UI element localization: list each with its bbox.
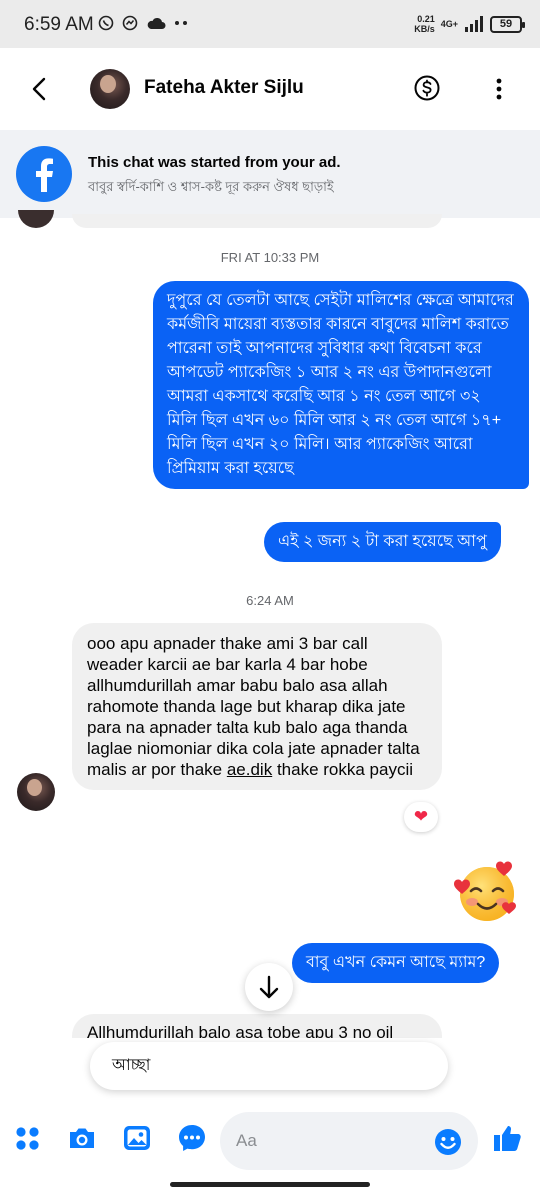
message-link[interactable]: ae.dik	[227, 760, 272, 779]
contact-name[interactable]: Fateha Akter Sijlu	[144, 77, 304, 99]
status-bar: 6:59 AM 0.21 KB/s 4G+ 59	[0, 0, 540, 48]
ad-banner-title: This chat was started from your ad.	[88, 154, 341, 171]
arrow-down-icon	[259, 975, 279, 999]
like-icon[interactable]	[491, 1122, 523, 1154]
message-composer	[0, 1104, 540, 1174]
ad-banner-subtitle: বাবুর স্বর্দি-কাশি ও শ্বাস-কষ্ট দূর করুন…	[88, 179, 334, 194]
more-notifications-icon	[175, 21, 187, 25]
net-speed: 0.21 KB/s	[414, 14, 435, 34]
previous-message-partial	[72, 214, 442, 228]
contact-avatar[interactable]	[90, 69, 130, 109]
message-input[interactable]	[236, 1112, 426, 1170]
status-notification-icons	[98, 15, 190, 31]
signal-icon	[465, 16, 483, 32]
apps-icon[interactable]	[12, 1122, 44, 1154]
chat-timestamp: 6:24 AM	[246, 593, 294, 608]
incoming-message-partial[interactable]: Allhumdurillah balo asa tobe apu 3 no oi…	[72, 1014, 442, 1038]
chat-timestamp: FRI AT 10:33 PM	[220, 250, 320, 265]
cloud-icon	[147, 17, 166, 29]
gallery-icon[interactable]	[121, 1122, 153, 1154]
message-input-container[interactable]	[220, 1112, 478, 1170]
system-nav-bar	[0, 1174, 540, 1200]
incoming-message-text: thake rokka paycii	[272, 760, 414, 779]
back-arrow-icon[interactable]	[26, 75, 54, 103]
status-time: 6:59 AM	[24, 14, 94, 35]
smiling-hearts-emoji[interactable]	[454, 860, 520, 924]
camera-icon[interactable]	[66, 1122, 98, 1154]
sender-avatar[interactable]	[17, 773, 55, 811]
incoming-message-text: ooo apu apnader thake ami 3 bar call wea…	[87, 634, 420, 779]
emoji-icon[interactable]	[434, 1128, 462, 1156]
reply-suggestion[interactable]: আচ্ছা	[90, 1042, 448, 1090]
previous-avatar-partial	[18, 210, 54, 228]
battery-indicator: 59	[490, 15, 525, 33]
home-indicator[interactable]	[170, 1182, 370, 1187]
scroll-down-button[interactable]	[245, 963, 293, 1011]
status-right-group: 0.21 KB/s 4G+ 59	[414, 14, 525, 34]
incoming-message[interactable]: ooo apu apnader thake ami 3 bar call wea…	[72, 623, 442, 790]
outgoing-message[interactable]: দুপুরে যে তেলটা আছে সেইটা মালিশের ক্ষেত্…	[153, 281, 529, 489]
dollar-icon[interactable]	[414, 75, 440, 101]
heart-icon[interactable]: ❤	[404, 802, 438, 832]
facebook-icon	[16, 146, 72, 202]
whatsapp-icon	[98, 15, 114, 31]
net-speed-unit: KB/s	[414, 24, 435, 34]
network-type: 4G+	[440, 19, 458, 29]
more-vertical-icon[interactable]	[490, 76, 508, 102]
outgoing-message[interactable]: এই ২ জন্য ২ টা করা হয়েছে আপু	[264, 522, 501, 562]
chat-icon[interactable]	[176, 1122, 208, 1154]
outgoing-message[interactable]: বাবু এখন কেমন আছে ম্যাম?	[292, 943, 500, 983]
ad-banner[interactable]: This chat was started from your ad. বাবু…	[0, 130, 540, 218]
chat-header: Fateha Akter Sijlu	[0, 48, 540, 130]
net-speed-value: 0.21	[417, 14, 435, 24]
messenger-status-icon	[122, 15, 138, 31]
